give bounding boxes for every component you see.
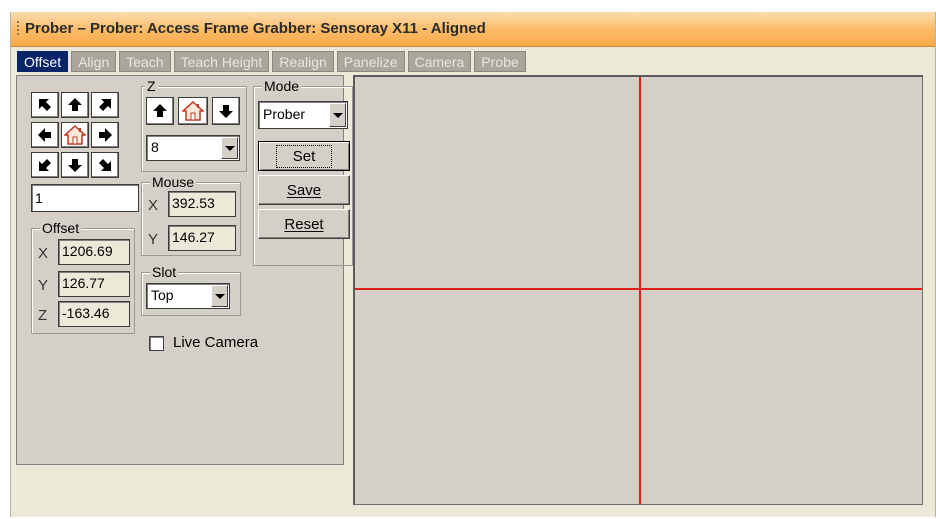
- z-step-select[interactable]: 8: [146, 135, 240, 161]
- tab-realign[interactable]: Realign: [272, 51, 334, 72]
- offset-x-field: 1206.69: [58, 239, 130, 265]
- mouse-y-label: Y: [148, 231, 159, 248]
- save-button-label: Save: [286, 181, 322, 199]
- z-step-value: 8: [151, 139, 159, 155]
- arrow-down-icon: [219, 105, 233, 118]
- jog-down-right-button[interactable]: [91, 152, 119, 178]
- chevron-down-icon[interactable]: [211, 285, 228, 307]
- live-camera-label: Live Camera: [173, 334, 259, 351]
- z-home-button[interactable]: [178, 97, 208, 125]
- tab-teach[interactable]: Teach: [119, 51, 171, 72]
- tab-offset[interactable]: Offset: [17, 51, 69, 72]
- window-title: Prober – Prober: Access Frame Grabber: S…: [25, 20, 486, 37]
- jog-up-button[interactable]: [61, 92, 89, 118]
- tab-teach-height[interactable]: Teach Height: [173, 51, 270, 72]
- tab-camera[interactable]: Camera: [407, 51, 472, 72]
- tab-align[interactable]: Align: [71, 51, 117, 72]
- z-down-button[interactable]: [212, 97, 240, 125]
- offset-group-label: Offset: [40, 220, 82, 236]
- set-button[interactable]: Set: [258, 141, 350, 171]
- mouse-x-label: X: [148, 197, 159, 214]
- control-panel: 1 Offset X 1206.69 Y 126.77 Z -163.46 Z …: [16, 75, 353, 465]
- offset-group: Offset X 1206.69 Y 126.77 Z -163.46: [31, 220, 135, 334]
- chevron-down-icon[interactable]: [221, 137, 238, 159]
- jog-down-button[interactable]: [61, 152, 89, 178]
- chevron-down-icon[interactable]: [329, 103, 346, 127]
- slot-group-label: Slot: [150, 264, 179, 280]
- z-up-button[interactable]: [146, 97, 174, 125]
- slot-group: Slot Top: [141, 264, 241, 316]
- arrow-down-icon: [68, 159, 82, 172]
- grip-icon: [17, 21, 19, 37]
- live-camera-checkbox[interactable]: [149, 336, 164, 351]
- home-icon: [64, 125, 86, 145]
- tab-probe[interactable]: Probe: [474, 51, 526, 72]
- save-button[interactable]: Save: [258, 175, 350, 205]
- jog-down-left-button[interactable]: [31, 152, 59, 178]
- slot-value: Top: [151, 287, 174, 303]
- jog-home-button[interactable]: [61, 122, 89, 148]
- mouse-x-field: 392.53: [168, 191, 236, 217]
- arrow-up-icon: [68, 98, 82, 111]
- crosshair-horizontal-line: [355, 288, 922, 290]
- arrow-right-icon: [99, 128, 112, 142]
- title-bar[interactable]: Prober – Prober: Access Frame Grabber: S…: [11, 12, 935, 47]
- offset-y-label: Y: [38, 277, 49, 294]
- offset-z-field: -163.46: [58, 301, 130, 327]
- reset-button-label: Reset: [284, 215, 324, 233]
- camera-view[interactable]: [353, 75, 923, 505]
- offset-y-field: 126.77: [58, 271, 130, 297]
- slot-select[interactable]: Top: [146, 283, 230, 309]
- home-icon: [182, 101, 204, 121]
- offset-x-label: X: [38, 245, 49, 262]
- z-group-label: Z: [145, 78, 158, 94]
- arrow-down-left-icon: [39, 159, 51, 171]
- arrow-up-right-icon: [99, 99, 111, 111]
- jog-left-button[interactable]: [31, 122, 59, 148]
- tab-panelize[interactable]: Panelize: [336, 51, 405, 72]
- offset-z-label: Z: [38, 307, 48, 324]
- jog-right-button[interactable]: [91, 122, 119, 148]
- mode-group-label: Mode: [262, 78, 302, 94]
- arrow-down-right-icon: [99, 159, 111, 171]
- set-button-label: Set: [275, 144, 333, 168]
- tab-bar: Offset Align Teach Teach Height Realign …: [11, 47, 935, 74]
- mode-value: Prober: [263, 106, 306, 122]
- jog-up-right-button[interactable]: [91, 92, 119, 118]
- mode-group: Mode Prober Set Save Reset: [253, 78, 353, 266]
- arrow-up-left-icon: [39, 99, 51, 111]
- step-size-input[interactable]: 1: [31, 184, 139, 212]
- jog-up-left-button[interactable]: [31, 92, 59, 118]
- mouse-group-label: Mouse: [150, 174, 197, 190]
- mouse-y-field: 146.27: [168, 225, 236, 251]
- z-group: Z 8: [141, 78, 247, 172]
- reset-button[interactable]: Reset: [258, 209, 350, 239]
- arrow-up-icon: [153, 104, 167, 117]
- mouse-group: Mouse X 392.53 Y 146.27: [141, 174, 241, 256]
- crosshair-vertical-line: [639, 77, 641, 504]
- mode-select[interactable]: Prober: [258, 101, 348, 129]
- arrow-left-icon: [38, 128, 51, 142]
